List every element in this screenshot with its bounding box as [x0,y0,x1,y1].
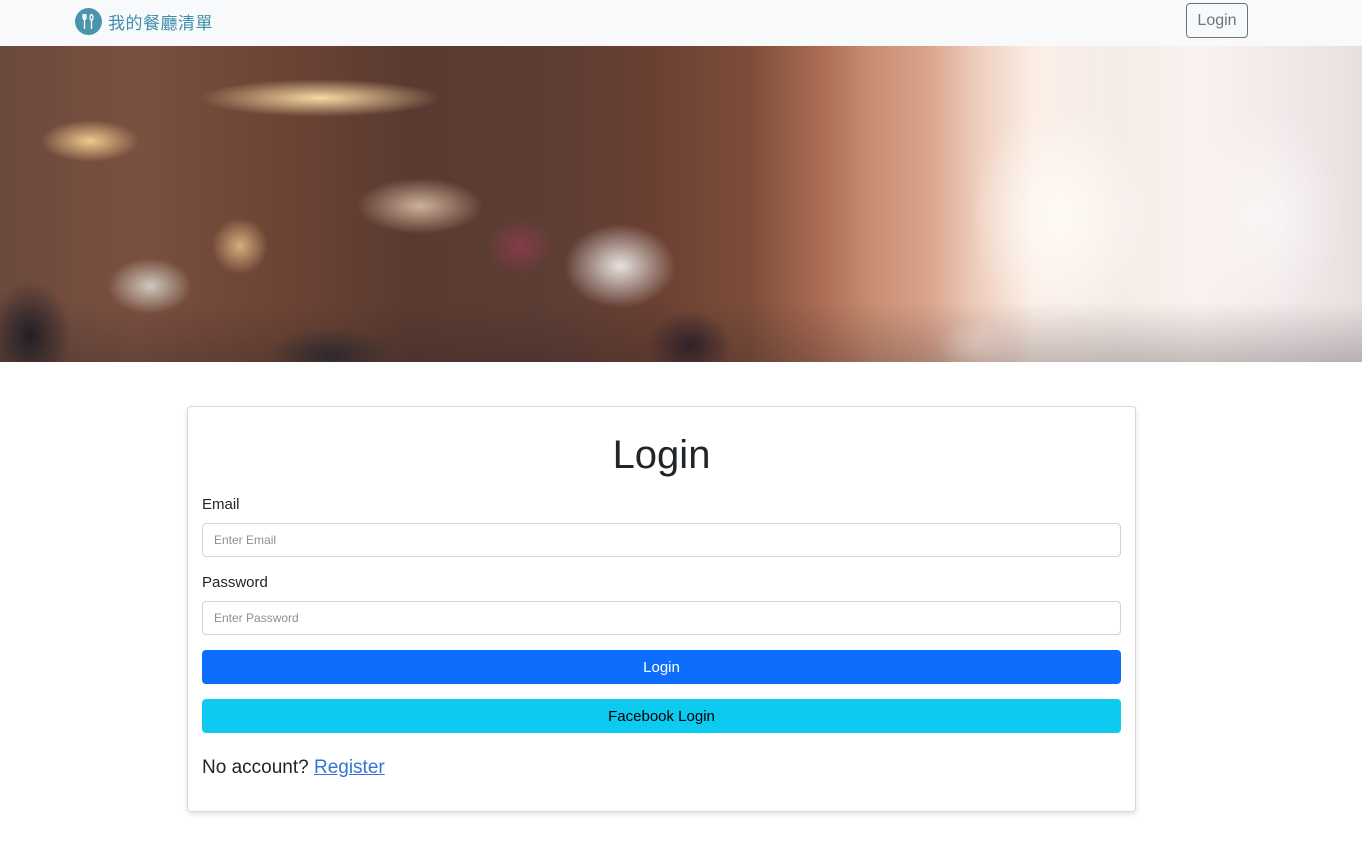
register-prompt: No account? Register [202,757,385,779]
no-account-text: No account? [202,757,309,778]
login-card: Login Email Password Login Facebook Logi… [187,406,1136,812]
brand-title: 我的餐廳清單 [108,13,213,34]
hero-banner-image [0,46,1362,362]
navbar: 我的餐廳清單 Login [0,0,1362,46]
register-link[interactable]: Register [314,757,385,778]
password-input[interactable] [202,601,1121,635]
login-title: Login [612,433,711,477]
email-label: Email [202,496,240,513]
password-label: Password [202,574,268,591]
login-button[interactable]: Login [202,650,1121,684]
navbar-login-button[interactable]: Login [1186,3,1248,38]
fork-knife-icon [75,7,102,35]
email-input[interactable] [202,523,1121,557]
banner-shade [0,302,1362,362]
facebook-login-button[interactable]: Facebook Login [202,699,1121,733]
brand-link[interactable]: 我的餐廳清單 [75,7,213,35]
